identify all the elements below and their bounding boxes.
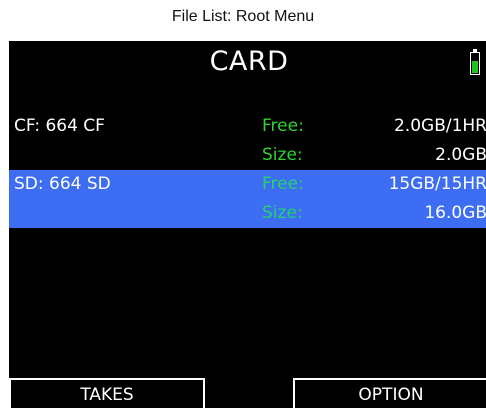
free-label: Free:	[262, 174, 304, 194]
size-label: Size:	[262, 203, 303, 223]
size-label: Size:	[262, 145, 303, 165]
battery-icon	[470, 49, 480, 75]
card-row-sd-selected[interactable]: SD: 664 SD Free: 15GB/15HR Size: 16.0GB	[9, 170, 486, 228]
card-row-cf[interactable]: CF: 664 CF Free: 2.0GB/1HR Size: 2.0GB	[9, 112, 486, 170]
free-value: 15GB/15HR	[388, 174, 486, 194]
size-value: 16.0GB	[424, 203, 486, 223]
takes-softkey[interactable]: TAKES	[9, 378, 205, 408]
figure-caption: File List: Root Menu	[171, 8, 315, 25]
device-screen: CARD CF: 664 CF Free: 2.0GB/1HR Size: 2.…	[9, 41, 486, 408]
battery-level-fill	[472, 61, 478, 73]
free-value: 2.0GB/1HR	[393, 116, 486, 136]
free-label: Free:	[262, 116, 304, 136]
card-name: SD: 664 SD	[14, 174, 111, 194]
screen-title: CARD	[209, 46, 289, 77]
option-softkey[interactable]: OPTION	[293, 378, 486, 408]
size-value: 2.0GB	[435, 145, 486, 165]
card-name: CF: 664 CF	[14, 116, 105, 136]
